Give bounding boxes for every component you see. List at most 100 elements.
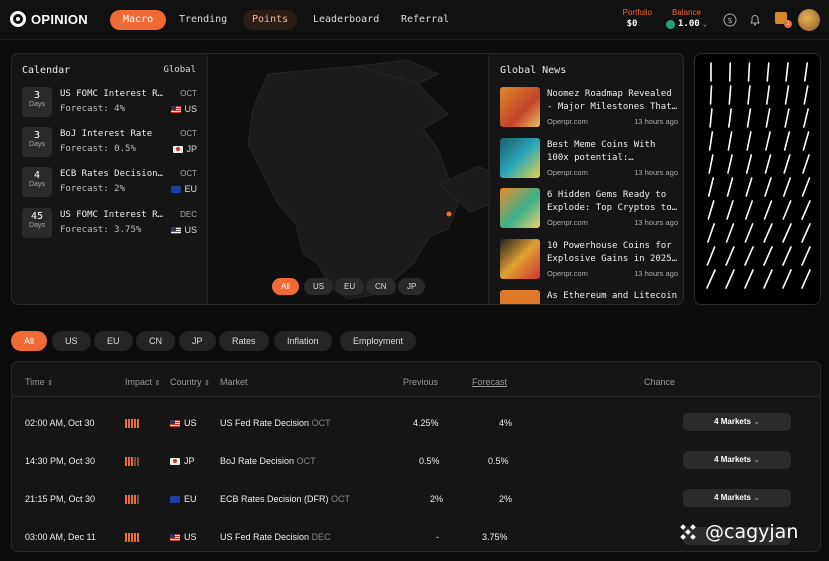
event-forecast: Forecast: 4% <box>60 104 126 114</box>
logo[interactable]: OPINION <box>10 11 88 27</box>
table-row[interactable]: 14:30 PM, Oct 30 JP BoJ Rate Decision OC… <box>12 443 820 481</box>
header-country[interactable]: Country ⇕ <box>170 377 210 387</box>
nav-trending[interactable]: Trending <box>179 10 227 30</box>
cell-country: US <box>184 532 197 542</box>
news-item[interactable]: Best Meme Coins With 100x potential:… Op… <box>500 138 678 182</box>
nav-referral[interactable]: Referral <box>401 10 449 30</box>
news-item[interactable]: 10 Powerhouse Coins for Explosive Gains … <box>500 239 678 283</box>
calendar-event[interactable]: 3 Days US FOMC Interest Rate OCT Forecas… <box>22 87 197 119</box>
filter-inflation[interactable]: Inflation <box>274 331 332 351</box>
markets-dropdown[interactable]: 4 Markets ⌄ <box>683 489 791 507</box>
news-time: 13 hours ago <box>634 168 678 177</box>
cell-previous: 4.25% <box>413 418 439 428</box>
calendar-scope[interactable]: Global <box>163 65 196 75</box>
slash-mark <box>746 108 752 128</box>
slash-mark <box>763 223 773 243</box>
filter-us[interactable]: US <box>52 331 91 351</box>
cell-forecast: 4% <box>499 418 513 428</box>
cell-market: US Fed Rate Decision <box>220 532 310 542</box>
slash-mark <box>801 177 811 197</box>
dollar-icon[interactable]: $ <box>723 13 737 27</box>
event-month: OCT <box>180 129 197 138</box>
cell-month: OCT <box>296 456 316 466</box>
calendar-event[interactable]: 4 Days ECB Rates Decision… OCT Forecast:… <box>22 167 197 199</box>
tether-icon <box>666 19 675 29</box>
slash-mark <box>747 85 751 105</box>
days-countdown: 3 Days <box>22 87 52 117</box>
map-region-eu[interactable]: EU <box>335 278 365 295</box>
bell-icon[interactable] <box>748 13 762 27</box>
filter-employment[interactable]: Employment <box>340 331 417 351</box>
news-item[interactable]: 6 Hidden Gems Ready to Explode: Top Cryp… <box>500 188 678 232</box>
cell-country: US <box>184 418 197 428</box>
slash-mark <box>727 154 733 174</box>
cell-market: BoJ Rate Decision <box>220 456 295 466</box>
news-item[interactable]: Noomez Roadmap Revealed - Major Mileston… <box>500 87 678 131</box>
rewards-box-icon[interactable]: 1 <box>775 12 792 28</box>
filter-all[interactable]: All <box>11 331 48 351</box>
world-map[interactable]: All US EU CN JP <box>207 54 491 304</box>
slash-mark <box>725 269 735 289</box>
header-impact[interactable]: Impact ⇕ <box>125 377 160 387</box>
slash-mark <box>728 62 732 82</box>
balance-label: Balance <box>672 8 701 17</box>
slash-mark <box>801 269 811 289</box>
news-item[interactable]: As Ethereum and Litecoin <box>500 290 678 304</box>
header-forecast[interactable]: Forecast <box>472 377 507 387</box>
impact-bars <box>125 457 139 466</box>
avatar[interactable] <box>798 9 820 31</box>
slash-mark <box>725 246 735 266</box>
table-row[interactable]: 02:00 AM, Oct 30 US US Fed Rate Decision… <box>12 405 820 443</box>
header-time[interactable]: Time ⇕ <box>25 377 53 387</box>
markets-dropdown[interactable]: 4 Markets ⌄ <box>683 451 791 469</box>
header-divider <box>12 396 820 397</box>
chevron-down-icon: ⌄ <box>753 455 760 464</box>
slash-mark <box>725 223 735 243</box>
nav-macro[interactable]: Macro <box>110 10 167 30</box>
nav-leaderboard[interactable]: Leaderboard <box>313 10 379 30</box>
slash-mark <box>707 200 715 220</box>
us-flag-icon <box>170 533 180 541</box>
slash-mark <box>727 131 733 151</box>
slash-mark <box>763 269 773 289</box>
slash-mark <box>784 85 790 105</box>
us-flag-icon <box>170 419 180 427</box>
filter-jp[interactable]: JP <box>179 331 216 351</box>
map-region-all[interactable]: All <box>272 278 299 295</box>
slash-mark <box>782 223 792 243</box>
filter-eu[interactable]: EU <box>94 331 133 351</box>
filter-rates[interactable]: Rates <box>219 331 269 351</box>
news-headline: As Ethereum and Litecoin <box>547 291 678 301</box>
slash-mark <box>746 131 752 151</box>
jp-flag-icon <box>170 457 180 465</box>
watermark-text: @cagyjan <box>705 521 799 543</box>
portfolio-box[interactable]: Portfolio $0 <box>612 8 652 29</box>
slash-mark <box>782 200 792 220</box>
chevron-down-icon: ⌄ <box>753 493 760 502</box>
us-flag-icon <box>171 226 182 234</box>
calendar-event[interactable]: 3 Days BoJ Interest Rate OCT Forecast: 0… <box>22 127 197 159</box>
event-region: US <box>184 225 197 235</box>
markets-dropdown[interactable]: 4 Markets ⌄ <box>683 413 791 431</box>
slash-mark <box>708 154 714 174</box>
event-location-marker[interactable] <box>446 211 452 217</box>
event-name: US FOMC Interest Rate <box>60 89 168 99</box>
map-region-us[interactable]: US <box>304 278 334 295</box>
filter-cn[interactable]: CN <box>136 331 175 351</box>
news-time: 13 hours ago <box>634 117 678 126</box>
slash-mark <box>745 154 753 174</box>
slash-mark <box>801 246 811 266</box>
slash-mark <box>803 108 809 128</box>
event-name: BoJ Interest Rate <box>60 129 153 139</box>
slash-mark <box>782 177 792 197</box>
overview-panel: Calendar Global 3 Days US FOMC Interest … <box>11 53 684 305</box>
map-region-jp[interactable]: JP <box>398 278 426 295</box>
map-region-cn[interactable]: CN <box>366 278 396 295</box>
calendar-event[interactable]: 45 Days US FOMC Interest Rate DEC Foreca… <box>22 208 197 240</box>
news-headline: 10 Powerhouse Coins for Explosive Gains … <box>547 241 678 264</box>
cell-previous: - <box>436 532 439 542</box>
slash-mark <box>744 223 754 243</box>
table-row[interactable]: 21:15 PM, Oct 30 EU ECB Rates Decision (… <box>12 481 820 519</box>
balance-box[interactable]: Balance 1.00 ⌄ <box>666 8 714 29</box>
nav-points[interactable]: Points <box>243 10 298 30</box>
